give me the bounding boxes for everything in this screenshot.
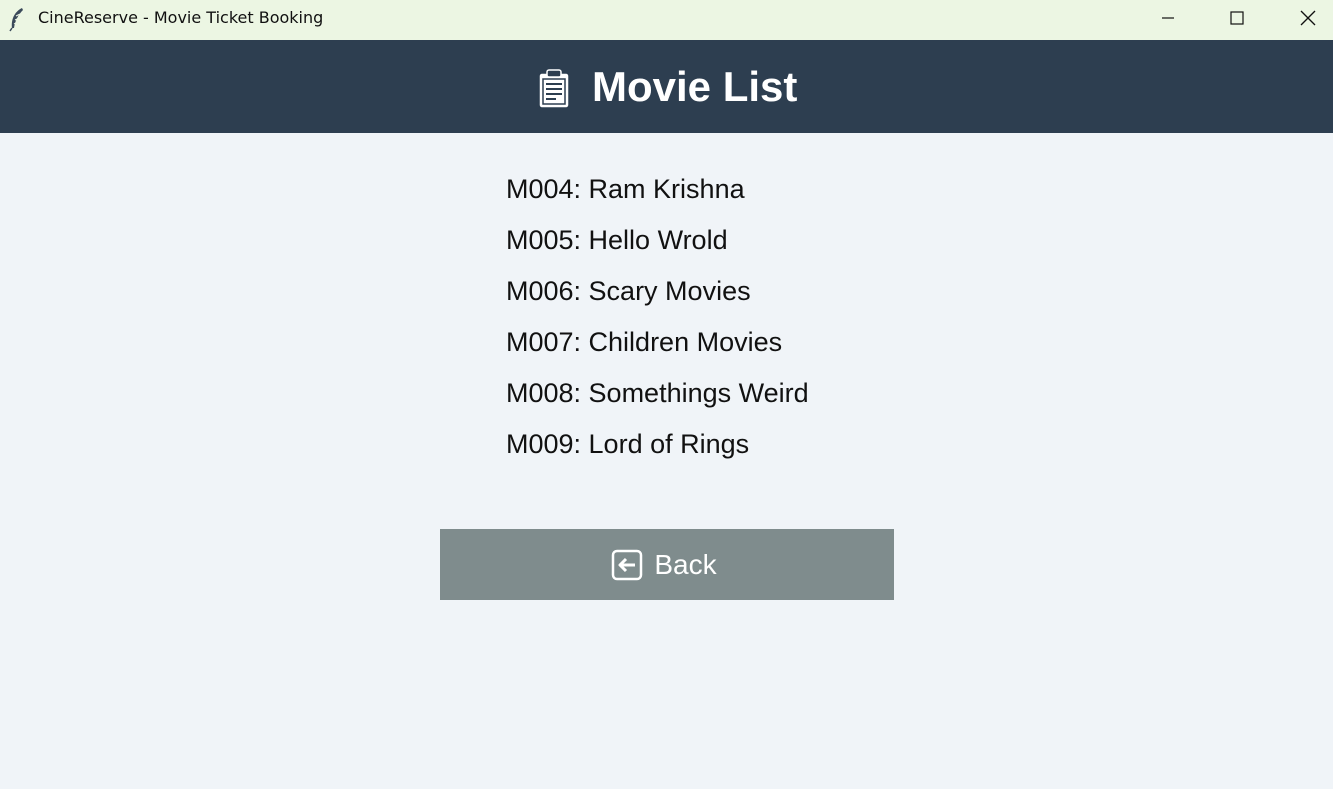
movie-list-item: M007: Children Movies xyxy=(506,327,783,357)
window-titlebar: CineReserve - Movie Ticket Booking xyxy=(0,0,1333,40)
maximize-icon xyxy=(1230,11,1244,25)
movie-list-item: M004: Ram Krishna xyxy=(506,174,745,204)
feather-icon xyxy=(9,8,23,32)
close-icon xyxy=(1300,10,1316,26)
clipboard-icon xyxy=(538,69,570,109)
close-button[interactable] xyxy=(1285,0,1331,36)
movie-list: M004: Ram Krishna M005: Hello Wrold M006… xyxy=(506,168,1006,474)
minimize-button[interactable] xyxy=(1145,0,1191,36)
minimize-icon xyxy=(1162,17,1174,19)
movie-list-item: M006: Scary Movies xyxy=(506,276,751,306)
back-arrow-icon xyxy=(612,549,643,580)
movie-list-item: M008: Somethings Weird xyxy=(506,378,809,408)
movie-list-item: M009: Lord of Rings xyxy=(506,429,750,459)
movie-list-item: M005: Hello Wrold xyxy=(506,225,728,255)
back-button[interactable]: Back xyxy=(440,529,894,600)
back-button-label: Back xyxy=(654,548,717,580)
maximize-button[interactable] xyxy=(1214,0,1260,36)
page-title: Movie List xyxy=(592,63,798,110)
window-title: CineReserve - Movie Ticket Booking xyxy=(38,8,324,27)
